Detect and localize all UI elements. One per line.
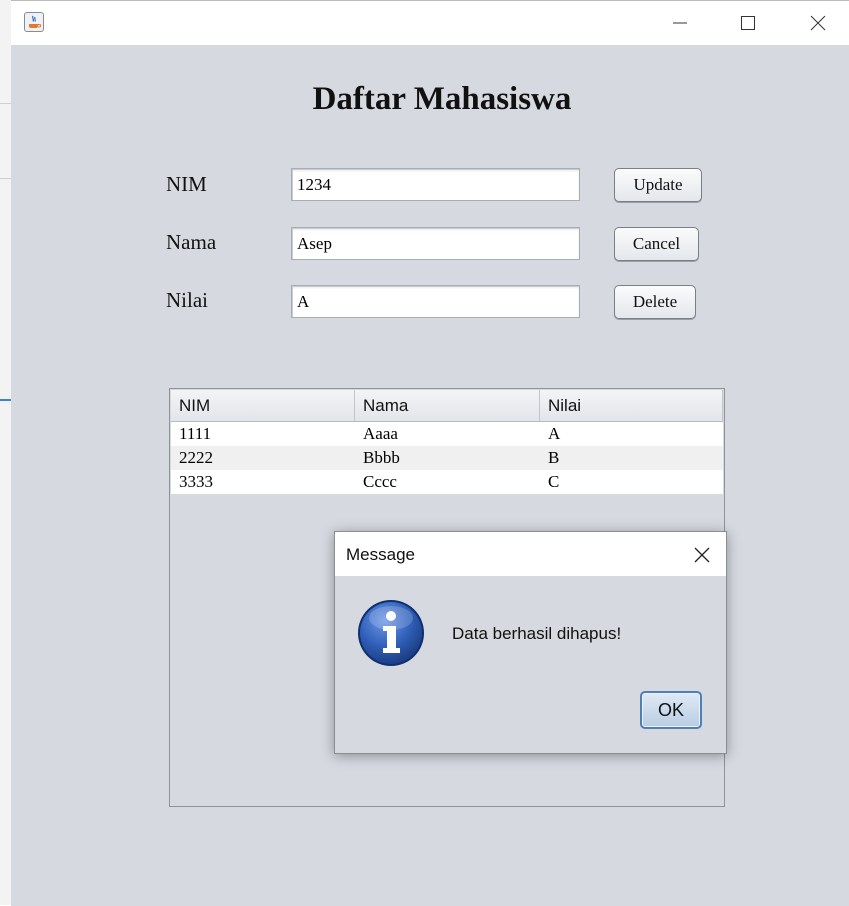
nim-label: NIM [166,172,207,196]
info-icon [356,598,426,673]
page-title: Daftar Mahasiswa [312,81,572,117]
minimize-button[interactable] [657,1,703,45]
cell-nim: 1111 [179,424,212,443]
cell-nama: Bbbb [363,448,400,467]
cancel-button[interactable]: Cancel [614,227,699,261]
window-content: Daftar Mahasiswa NIM 1234 Update Nama As… [11,45,849,906]
table-row[interactable]: 3333 Cccc C [171,470,723,494]
background-divider [0,178,11,179]
background-divider [0,103,11,104]
dialog-close-button[interactable] [691,544,713,566]
background-accent [0,399,11,401]
close-icon [694,547,710,563]
main-window: Daftar Mahasiswa NIM 1234 Update Nama As… [11,0,849,906]
window-close-button[interactable] [795,1,841,45]
cell-nama: Cccc [363,472,397,491]
window-titlebar[interactable] [11,1,849,45]
update-button[interactable]: Update [614,168,702,202]
java-icon [24,12,44,32]
column-header-nilai[interactable]: Nilai [540,390,723,421]
dialog-title: Message [346,545,415,564]
dialog-titlebar[interactable]: Message [335,532,726,576]
table-row[interactable]: 2222 Bbbb B [171,446,723,470]
nilai-label: Nilai [166,288,208,312]
cell-nilai: C [548,472,560,491]
nim-field[interactable]: 1234 [291,168,580,201]
cell-nama: Aaaa [363,424,398,443]
table-row[interactable]: 1111 Aaaa A [171,422,723,446]
maximize-icon [741,16,755,30]
cell-nilai: A [548,424,561,443]
minimize-icon [673,22,687,24]
nama-field[interactable]: Asep [291,227,580,260]
close-icon [810,15,826,31]
cell-nim: 2222 [179,448,213,467]
column-header-nama[interactable]: Nama [355,390,540,421]
nilai-field[interactable]: A [291,285,580,318]
table-header: NIM Nama Nilai [171,390,723,422]
nama-label: Nama [166,230,217,254]
ok-button[interactable]: OK [640,691,702,729]
message-dialog: Message Data berhasil dihapus! OK [334,531,727,754]
cell-nilai: B [548,448,560,467]
column-header-nim[interactable]: NIM [171,390,355,421]
cell-nim: 3333 [179,472,213,491]
dialog-message: Data berhasil dihapus! [452,624,622,643]
maximize-button[interactable] [725,1,771,45]
delete-button[interactable]: Delete [614,285,696,319]
